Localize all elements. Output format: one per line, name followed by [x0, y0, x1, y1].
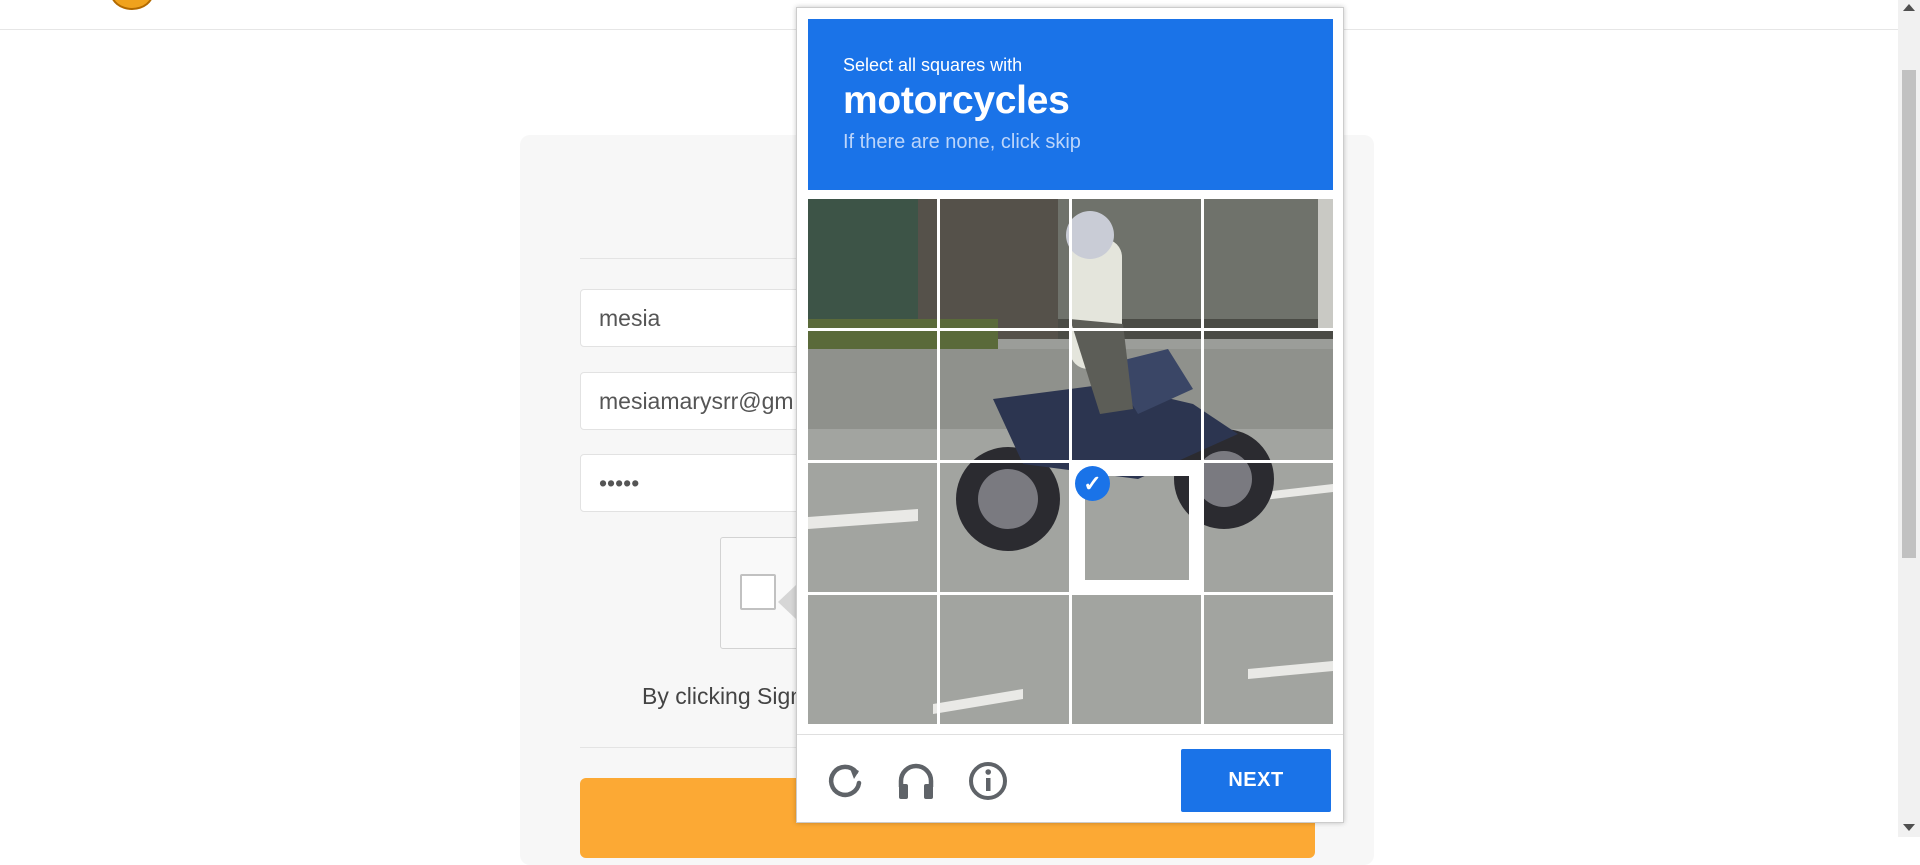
image-tile[interactable] — [808, 199, 937, 328]
image-tile[interactable] — [940, 199, 1069, 328]
image-tile[interactable] — [940, 595, 1069, 724]
tile-image — [808, 331, 937, 460]
image-tile[interactable]: ✓ — [1072, 463, 1201, 592]
tile-image — [808, 463, 937, 592]
tile-image — [1072, 595, 1201, 724]
image-tile[interactable] — [940, 331, 1069, 460]
next-button[interactable]: NEXT — [1181, 749, 1331, 812]
recaptcha-checkbox[interactable] — [740, 574, 776, 610]
image-tile[interactable] — [1204, 463, 1333, 592]
tile-image — [1204, 331, 1333, 460]
image-tile[interactable] — [1072, 595, 1201, 724]
checkmark-icon: ✓ — [1075, 466, 1110, 501]
reload-icon[interactable] — [822, 758, 868, 804]
image-tile[interactable] — [808, 463, 937, 592]
image-tile[interactable] — [1204, 199, 1333, 328]
tile-image — [940, 331, 1069, 460]
headphones-icon[interactable] — [893, 758, 939, 804]
site-logo[interactable] — [110, 0, 154, 10]
tile-image — [1204, 199, 1333, 328]
tile-image — [1204, 463, 1333, 592]
scrollbar-thumb[interactable] — [1902, 70, 1916, 558]
image-tile[interactable] — [940, 463, 1069, 592]
image-tile[interactable] — [1072, 331, 1201, 460]
page-scrollbar[interactable] — [1898, 0, 1920, 837]
image-tile-grid: ✓ — [808, 199, 1333, 726]
challenge-hint: If there are none, click skip — [843, 131, 1081, 153]
image-tile[interactable] — [808, 595, 937, 724]
terms-text: By clicking Sign — [642, 683, 804, 709]
tile-image — [940, 199, 1069, 328]
challenge-footer: NEXT — [797, 734, 1343, 823]
challenge-header: Select all squares with motorcycles If t… — [808, 19, 1333, 190]
tile-image — [1072, 331, 1201, 460]
scroll-down-icon[interactable] — [1903, 824, 1915, 831]
tile-image — [940, 595, 1069, 724]
tile-image — [1072, 199, 1201, 328]
image-tile[interactable] — [1072, 199, 1201, 328]
tile-image — [940, 463, 1069, 592]
challenge-pointer — [778, 585, 796, 619]
challenge-prompt: Select all squares with — [843, 55, 1023, 75]
image-tile[interactable] — [1204, 595, 1333, 724]
scroll-up-icon[interactable] — [1903, 4, 1915, 11]
tile-image — [1204, 595, 1333, 724]
challenge-target-object: motorcycles — [843, 79, 1070, 122]
image-tile[interactable] — [1204, 331, 1333, 460]
tile-image — [808, 595, 937, 724]
info-icon[interactable] — [965, 758, 1011, 804]
image-tile[interactable] — [808, 331, 937, 460]
captcha-challenge: Select all squares with motorcycles If t… — [796, 7, 1344, 823]
tile-image — [808, 199, 937, 328]
